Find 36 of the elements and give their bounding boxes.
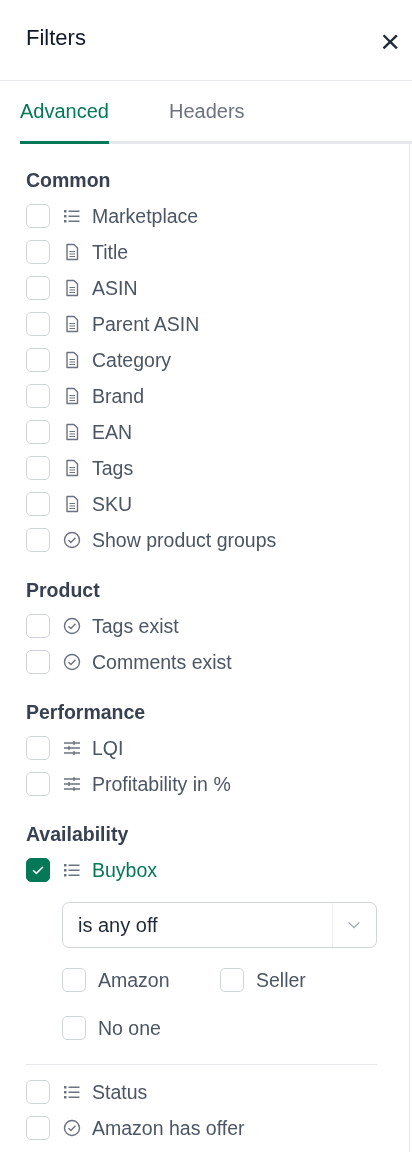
filter-label: Show product groups <box>92 528 277 552</box>
close-button[interactable]: × <box>376 24 404 58</box>
check-circle-icon <box>62 1118 82 1138</box>
option-label: Seller <box>256 968 306 992</box>
filter-label: Tags <box>92 456 134 480</box>
tab[interactable]: Headers <box>168 81 245 144</box>
filter-label: Category <box>92 348 172 372</box>
section-heading: Performance <box>26 700 147 725</box>
option-label: Amazon <box>98 968 170 992</box>
section-heading: Product <box>26 578 101 603</box>
section-heading: Availability <box>26 822 130 847</box>
sliders-icon <box>62 738 82 758</box>
filter-label: LQI <box>92 736 124 760</box>
filter-label: Amazon has offer <box>92 1116 245 1140</box>
check-circle-icon <box>62 616 82 636</box>
filter-label: Title <box>92 240 129 264</box>
filter-label: SKU <box>92 492 133 516</box>
filter-label: Parent ASIN <box>92 312 200 336</box>
panel-title: Filters <box>26 25 86 51</box>
filter-label: Status <box>92 1080 148 1104</box>
filter-label: EAN <box>92 420 133 444</box>
filter-label: Marketplace <box>92 204 199 228</box>
section-heading: Common <box>26 168 112 193</box>
condition-dropdown[interactable]: is any off <box>62 902 377 948</box>
filter-label: Profitability in % <box>92 772 231 796</box>
check-circle-icon <box>62 652 82 672</box>
option-label: No one <box>98 1016 161 1040</box>
filter-label: Tags exist <box>92 614 179 638</box>
filter-label: Buybox <box>92 858 158 882</box>
check-circle-icon <box>62 530 82 550</box>
tab[interactable]: Advanced <box>20 81 109 144</box>
filter-label: Comments exist <box>92 650 232 674</box>
sliders-icon <box>62 774 82 794</box>
checkbox[interactable] <box>26 858 50 882</box>
filter-label: Brand <box>92 384 145 408</box>
filter-label: ASIN <box>92 276 138 300</box>
